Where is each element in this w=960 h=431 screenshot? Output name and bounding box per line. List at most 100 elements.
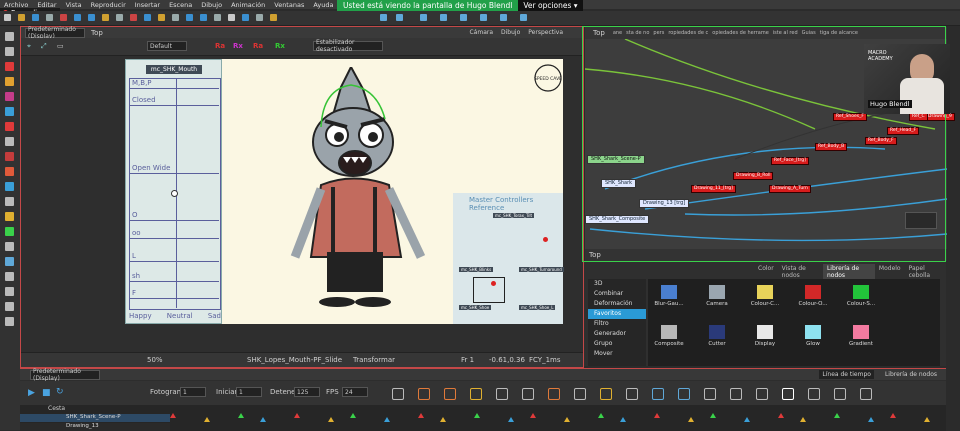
keyframe-tool-icon-18[interactable]	[860, 388, 872, 400]
keyframe-marker[interactable]	[260, 417, 266, 422]
node-red[interactable]: Drawing_9	[925, 113, 955, 121]
toolbar-right-icon-0[interactable]	[380, 14, 387, 21]
toolbar-icon-6[interactable]	[88, 14, 95, 21]
keyframe-marker[interactable]	[744, 417, 750, 422]
keyframe-tool-icon-10[interactable]	[652, 388, 664, 400]
node-red[interactable]: Ref_C	[909, 113, 928, 121]
rx-tool-icon[interactable]: Rx	[233, 42, 243, 50]
play-icon[interactable]: ▶	[28, 388, 35, 398]
navigator-thumbnail[interactable]	[905, 212, 937, 229]
keyframe-marker[interactable]	[800, 417, 806, 422]
tool-icon-18[interactable]	[5, 302, 14, 311]
fps-field[interactable]: 24	[342, 387, 368, 397]
keyframe-marker[interactable]	[418, 413, 424, 418]
keyframe-marker[interactable]	[620, 417, 626, 422]
node-red[interactable]: Drawing_A_Turn	[769, 185, 811, 193]
keyframe-marker[interactable]	[474, 413, 480, 418]
node-tab-2[interactable]: pers	[653, 30, 664, 36]
keyframe-tool-icon-16[interactable]	[808, 388, 820, 400]
toolbar-icon-1[interactable]	[18, 14, 25, 21]
keyframe-tool-icon-14[interactable]	[756, 388, 768, 400]
toolbar-right-icon-4[interactable]	[460, 14, 467, 21]
toolbar-icon-18[interactable]	[256, 14, 263, 21]
menu-2[interactable]: Vista	[66, 1, 82, 9]
node-tab-7[interactable]: tiga de alcance	[820, 30, 858, 36]
node-tile[interactable]: Colour-O...	[798, 285, 828, 307]
tool-icon-14[interactable]	[5, 242, 14, 251]
keyframe-marker[interactable]	[564, 417, 570, 422]
toolbar-icon-12[interactable]	[172, 14, 179, 21]
menu-8[interactable]: Ventanas	[274, 1, 304, 9]
keyframe-marker[interactable]	[654, 413, 660, 418]
category-item[interactable]: Deformación	[588, 299, 646, 309]
keyframe-marker[interactable]	[834, 413, 840, 418]
node-tab-3[interactable]: ropiedades de c	[668, 30, 708, 36]
toolbar-right-icon-7[interactable]	[520, 14, 527, 21]
node-green[interactable]: SHK_Shark_Scene-P	[587, 155, 645, 164]
toolbar-icon-13[interactable]	[186, 14, 193, 21]
library-tab-2[interactable]: Librería de nodos	[822, 264, 875, 280]
timeline-tab-0[interactable]: Línea de tiempo	[819, 370, 874, 379]
stop-field[interactable]: 125	[294, 387, 320, 397]
tool-icon-12[interactable]	[5, 212, 14, 221]
keyframe-marker[interactable]	[924, 417, 930, 422]
keyframe-marker[interactable]	[170, 413, 176, 418]
keyframe-tool-icon-6[interactable]	[548, 388, 560, 400]
frame-field[interactable]: 1	[180, 387, 206, 397]
keyframe-tool-icon-15[interactable]	[782, 388, 794, 400]
toolbar-icon-16[interactable]	[228, 14, 235, 21]
keyframe-marker[interactable]	[384, 417, 390, 422]
toolbar-right-icon-2[interactable]	[420, 14, 427, 21]
node-tab-4[interactable]: opiedades de herrame	[712, 30, 769, 36]
keyframe-tool-icon-3[interactable]	[470, 388, 482, 400]
toolbar-icon-15[interactable]	[214, 14, 221, 21]
node-tile[interactable]: Colour-S...	[846, 285, 876, 307]
library-tab-1[interactable]: Vista de nodos	[778, 264, 823, 280]
category-item[interactable]: Combinar	[588, 289, 646, 299]
slider-handle[interactable]	[171, 190, 178, 197]
category-item[interactable]: 3D	[588, 279, 646, 289]
toolbar-icon-11[interactable]	[158, 14, 165, 21]
node-tile[interactable]: Gradient	[846, 325, 876, 347]
node-blue[interactable]: SHK_Shark	[601, 179, 637, 188]
view-tab-2[interactable]: Perspectiva	[528, 29, 563, 36]
keyframe-marker[interactable]	[328, 417, 334, 422]
ra-tool-icon[interactable]: Ra	[215, 42, 225, 50]
ruler-icon[interactable]: ▭	[57, 42, 64, 50]
node-tile[interactable]: Camera	[702, 285, 732, 307]
menu-6[interactable]: Dibujo	[201, 1, 222, 9]
node-red[interactable]: Ref_Body_F	[865, 137, 897, 145]
start-field[interactable]: 1	[236, 387, 262, 397]
toolbar-right-icon-3[interactable]	[440, 14, 447, 21]
share-options-button[interactable]: Ver opciones ▾	[518, 0, 583, 11]
toolbar-icon-0[interactable]	[4, 14, 11, 21]
node-red[interactable]: Ref_Body_B	[815, 143, 848, 151]
node-tile[interactable]: Cutter	[702, 325, 732, 347]
loop-icon[interactable]: ↻	[56, 387, 64, 397]
toolbar-icon-9[interactable]	[130, 14, 137, 21]
menu-4[interactable]: Insertar	[135, 1, 160, 9]
toolbar-right-icon-5[interactable]	[480, 14, 487, 21]
keyframe-tool-icon-9[interactable]	[626, 388, 638, 400]
toolbar-right-icon-6[interactable]	[500, 14, 507, 21]
keyframe-marker[interactable]	[294, 413, 300, 418]
menu-7[interactable]: Animación	[231, 1, 265, 9]
node-red[interactable]: Ref_Shoes_F	[833, 113, 867, 121]
node-tile[interactable]: Display	[750, 325, 780, 347]
shark-character[interactable]	[281, 67, 451, 327]
tool-icon-13[interactable]	[5, 227, 14, 236]
toolbar-icon-10[interactable]	[144, 14, 151, 21]
node-tile[interactable]: Glow	[798, 325, 828, 347]
keyframe-marker[interactable]	[508, 417, 514, 422]
toolbar-icon-5[interactable]	[74, 14, 81, 21]
library-tab-3[interactable]: Modelo	[875, 264, 905, 280]
toolbar-right-icon-1[interactable]	[396, 14, 403, 21]
node-tab-6[interactable]: Guias	[802, 30, 816, 36]
keyframe-tool-icon-0[interactable]	[392, 388, 404, 400]
keyframe-tool-icon-11[interactable]	[678, 388, 690, 400]
toolbar-icon-17[interactable]	[242, 14, 249, 21]
keyframe-tool-icon-4[interactable]	[496, 388, 508, 400]
keyframe-tool-icon-13[interactable]	[730, 388, 742, 400]
toolbar-icon-14[interactable]	[200, 14, 207, 21]
node-blue[interactable]: SHK_Shark_Composite	[585, 215, 650, 224]
